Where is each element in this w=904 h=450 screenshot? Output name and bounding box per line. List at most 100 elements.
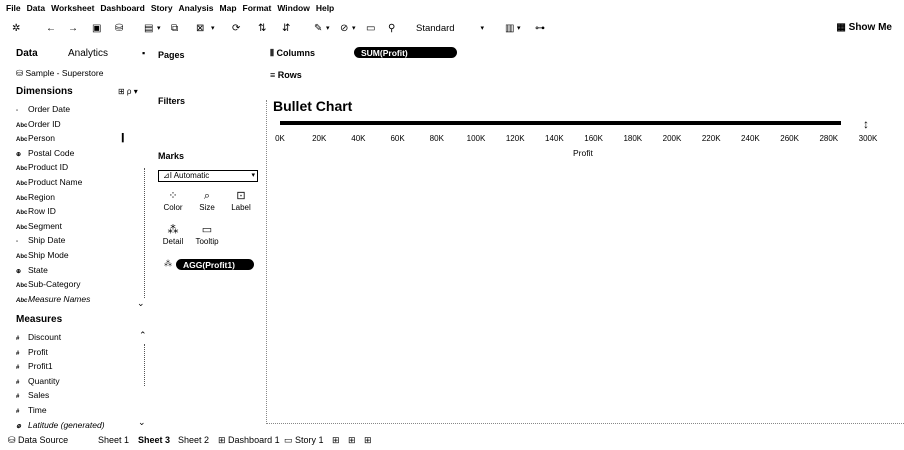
menu-item-analysis[interactable]: Analysis: [179, 3, 214, 13]
measure-field[interactable]: # Sales: [16, 388, 49, 402]
x-tick-label: 160K: [584, 134, 603, 143]
fit-select[interactable]: Standard ▾: [406, 21, 486, 37]
field-label: State: [28, 264, 48, 275]
dimension-field[interactable]: AbcSegment: [16, 219, 62, 233]
dimension-field[interactable]: AbcRow ID: [16, 204, 56, 218]
presentation-icon[interactable]: ▥: [505, 22, 514, 36]
menu-item-dashboard[interactable]: Dashboard: [100, 3, 144, 13]
tab-sheet-2[interactable]: Sheet 2: [178, 435, 209, 445]
data-pane: Data Analytics ▪ ⛁ Sample - Superstore D…: [0, 44, 150, 430]
new-sheet-tab-icon[interactable]: ⊞: [332, 435, 340, 446]
drag-handle-icon[interactable]: ❙: [119, 132, 127, 143]
menu-item-worksheet[interactable]: Worksheet: [51, 3, 94, 13]
measure-field[interactable]: # Profit: [16, 345, 48, 359]
menu-item-map[interactable]: Map: [220, 3, 237, 13]
tab-sheet-3[interactable]: Sheet 3: [138, 435, 170, 445]
back-icon[interactable]: ←: [46, 22, 56, 36]
minimize-icon[interactable]: ▪: [142, 48, 145, 58]
dimension-field[interactable]: ▫ Order Date: [16, 102, 70, 116]
dimension-field[interactable]: AbcPerson: [16, 131, 55, 145]
pin-icon[interactable]: ⚲: [388, 22, 395, 36]
forward-icon[interactable]: →: [68, 22, 78, 36]
dimension-field[interactable]: AbcProduct ID: [16, 160, 68, 174]
dimension-field[interactable]: ⊕ State: [16, 263, 48, 277]
dimensions-scrollbar[interactable]: [144, 168, 145, 298]
group-icon[interactable]: ⊘: [340, 22, 348, 36]
dimension-field[interactable]: AbcProduct Name: [16, 175, 82, 189]
tab-analytics[interactable]: Analytics: [68, 48, 108, 59]
x-tick-label: 100K: [466, 134, 486, 143]
new-sheet-icon[interactable]: ▤: [144, 22, 153, 36]
x-axis[interactable]: 0K 20K 40K 60K 80K 100K 120K 140K 160K 180K 200K 22…: [270, 134, 886, 146]
tab-story-1[interactable]: ▭ Story 1: [284, 435, 324, 446]
tab-data[interactable]: Data: [16, 48, 38, 59]
show-me-button[interactable]: ▦ Show Me: [836, 22, 892, 33]
menu-item-file[interactable]: File: [6, 3, 21, 13]
measure-field[interactable]: # Time: [16, 403, 47, 417]
field-label: Quantity: [28, 375, 60, 386]
mark-type-select[interactable]: ⊿I Automatic ▾: [158, 170, 258, 182]
sort-desc-icon[interactable]: ⇵: [282, 22, 290, 36]
dimension-field[interactable]: ⊕ Postal Code: [16, 146, 74, 160]
color-mark-button[interactable]: ⁘ Color: [158, 190, 188, 212]
new-datasource-icon[interactable]: ⛁: [115, 22, 123, 36]
clear-icon[interactable]: ⊠: [196, 22, 204, 36]
chevron-down-icon[interactable]: ▾: [517, 22, 521, 36]
scroll-down-icon[interactable]: ⌄: [137, 298, 145, 309]
sort-asc-icon[interactable]: ⇅: [258, 22, 266, 36]
menu-item-data[interactable]: Data: [27, 3, 45, 13]
x-tick-label: 0K: [275, 134, 285, 143]
marks-pill-label: AGG(Profit1): [183, 260, 235, 270]
measure-field[interactable]: # Discount: [16, 330, 61, 344]
chevron-down-icon[interactable]: ▾: [211, 22, 215, 36]
new-story-tab-icon[interactable]: ⊞: [364, 435, 372, 446]
chevron-down-icon[interactable]: ▾: [352, 22, 356, 36]
dimension-field[interactable]: AbcShip Mode: [16, 248, 69, 262]
chevron-down-icon[interactable]: ▾: [157, 22, 161, 36]
x-axis-label: Profit: [573, 148, 593, 158]
highlight-icon[interactable]: ✎: [314, 22, 322, 36]
menu-item-story[interactable]: Story: [151, 3, 173, 13]
tab-sheet-1[interactable]: Sheet 1: [98, 435, 129, 445]
search-icon[interactable]: ⊞ ρ ▾: [118, 87, 138, 96]
dimension-field[interactable]: AbcRegion: [16, 190, 55, 204]
color-label: Color: [163, 203, 183, 212]
chevron-down-icon[interactable]: ▾: [326, 22, 330, 36]
label-mark-button[interactable]: ⊡ Label: [226, 190, 256, 212]
measure-field[interactable]: # Profit1: [16, 359, 53, 373]
measures-scrollbar[interactable]: [144, 344, 145, 386]
label-icon: ⊡: [236, 190, 246, 202]
measure-field[interactable]: # Quantity: [16, 374, 60, 388]
menu-item-help[interactable]: Help: [316, 3, 334, 13]
label-icon[interactable]: ▭: [366, 22, 375, 36]
tableau-logo-icon[interactable]: ✲: [12, 22, 20, 36]
size-mark-button[interactable]: ⌕ Size: [192, 190, 222, 212]
menu-item-format[interactable]: Format: [243, 3, 272, 13]
menu-item-window[interactable]: Window: [277, 3, 310, 13]
bar-mark-icon: ⊿I: [163, 171, 174, 180]
tooltip-mark-button[interactable]: ▭ Tooltip: [192, 224, 222, 246]
sheet-tab-bar: ⛁ Data Source Sheet 1 Sheet 3 Sheet 2 ⊞ …: [0, 432, 904, 450]
chart-title: Bullet Chart: [273, 98, 353, 114]
dimension-field[interactable]: AbcMeasure Names: [16, 292, 90, 306]
datasource-item[interactable]: ⛁ Sample - Superstore: [16, 68, 103, 79]
share-icon[interactable]: ⊶: [535, 22, 545, 36]
scroll-up-icon[interactable]: ⌃: [139, 330, 147, 341]
detail-mark-button[interactable]: ⁂ Detail: [158, 224, 188, 246]
measure-field[interactable]: ⊕ Latitude (generated): [16, 418, 105, 432]
save-icon[interactable]: ▣: [92, 22, 101, 36]
dimension-field[interactable]: ▫ Ship Date: [16, 233, 65, 247]
tab-dashboard-1[interactable]: ⊞ Dashboard 1: [218, 435, 280, 446]
rows-shelf-label: ≡ Rows: [270, 70, 302, 80]
fit-select-value: Standard: [416, 23, 455, 34]
new-dashboard-tab-icon[interactable]: ⊞: [348, 435, 356, 446]
marks-pill[interactable]: AGG(Profit1): [176, 259, 254, 270]
profit-bar[interactable]: [280, 121, 841, 125]
duplicate-icon[interactable]: ⧉: [171, 22, 178, 36]
dimension-field[interactable]: AbcOrder ID: [16, 117, 61, 131]
scroll-down-icon[interactable]: ⌄: [138, 417, 146, 428]
dimension-field[interactable]: AbcSub-Category: [16, 277, 80, 291]
swap-icon[interactable]: ⟳: [232, 22, 240, 36]
tab-data-source[interactable]: ⛁ Data Source: [8, 435, 68, 446]
columns-pill[interactable]: SUM(Profit): [354, 47, 457, 58]
